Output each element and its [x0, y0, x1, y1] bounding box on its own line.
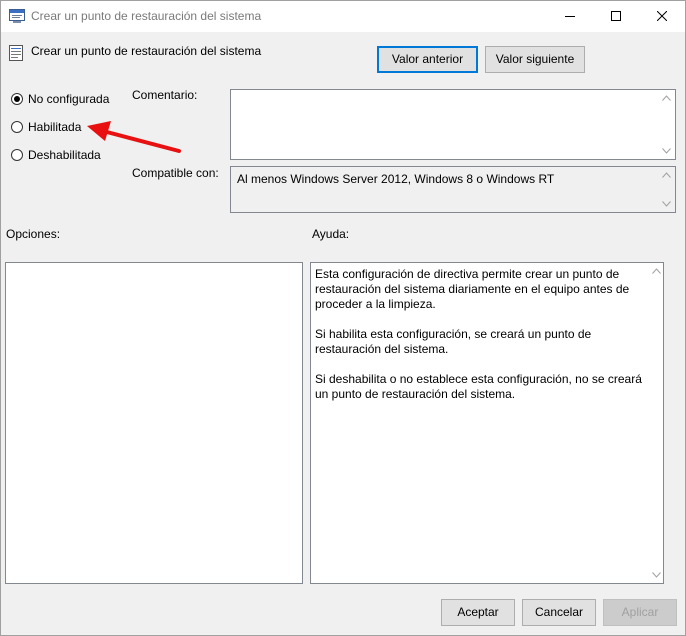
- scroll-down-icon[interactable]: [662, 201, 671, 207]
- policy-window-icon: [9, 8, 25, 24]
- help-scrollbar[interactable]: [649, 263, 663, 583]
- scroll-up-icon[interactable]: [662, 172, 671, 178]
- help-paragraph: Si deshabilita o no establece esta confi…: [315, 372, 642, 401]
- radio-button-deshabilitada[interactable]: [11, 149, 23, 161]
- help-paragraph: Si habilita esta configuración, se crear…: [315, 327, 592, 356]
- radio-label-habilitada: Habilitada: [28, 120, 82, 134]
- supported-value: Al menos Windows Server 2012, Windows 8 …: [237, 172, 555, 186]
- maximize-button[interactable]: [593, 1, 639, 32]
- maximize-icon: [611, 11, 621, 21]
- next-setting-button[interactable]: Valor siguiente: [485, 46, 585, 73]
- apply-button: Aplicar: [603, 599, 677, 626]
- supported-label: Compatible con:: [132, 166, 219, 180]
- help-panel: Esta configuración de directiva permite …: [310, 262, 664, 584]
- radio-button-no-configurada[interactable]: [11, 93, 23, 105]
- help-label: Ayuda:: [312, 227, 350, 241]
- supported-scrollbar[interactable]: [658, 167, 675, 212]
- comment-textarea[interactable]: [230, 89, 676, 160]
- supported-on-field: Al menos Windows Server 2012, Windows 8 …: [230, 166, 676, 213]
- accept-button[interactable]: Aceptar: [441, 599, 515, 626]
- comment-scrollbar[interactable]: [658, 90, 675, 159]
- policy-header-title: Crear un punto de restauración del siste…: [31, 44, 262, 58]
- window-title: Crear un punto de restauración del siste…: [31, 9, 262, 23]
- previous-setting-button[interactable]: Valor anterior: [377, 46, 478, 73]
- radio-button-habilitada[interactable]: [11, 121, 23, 133]
- scroll-up-icon[interactable]: [652, 268, 661, 274]
- policy-dialog: Crear un punto de restauración del siste…: [0, 0, 686, 636]
- help-paragraph: Esta configuración de directiva permite …: [315, 267, 630, 311]
- close-icon: [657, 11, 667, 21]
- scroll-up-icon[interactable]: [662, 95, 671, 101]
- minimize-button[interactable]: [547, 1, 593, 32]
- options-label: Opciones:: [6, 227, 61, 241]
- cancel-button[interactable]: Cancelar: [522, 599, 596, 626]
- title-bar[interactable]: Crear un punto de restauración del siste…: [1, 1, 685, 32]
- policy-header-icon: [8, 45, 24, 61]
- scroll-down-icon[interactable]: [662, 148, 671, 154]
- close-button[interactable]: [639, 1, 685, 32]
- radio-label-no-configurada: No configurada: [28, 92, 110, 106]
- options-panel: [5, 262, 303, 584]
- help-text: Esta configuración de directiva permite …: [315, 267, 655, 417]
- radio-selected-dot: [14, 96, 20, 102]
- minimize-icon: [565, 16, 575, 17]
- scroll-down-icon[interactable]: [652, 572, 661, 578]
- comment-label: Comentario:: [132, 88, 198, 102]
- annotation-arrow-icon: [87, 121, 181, 153]
